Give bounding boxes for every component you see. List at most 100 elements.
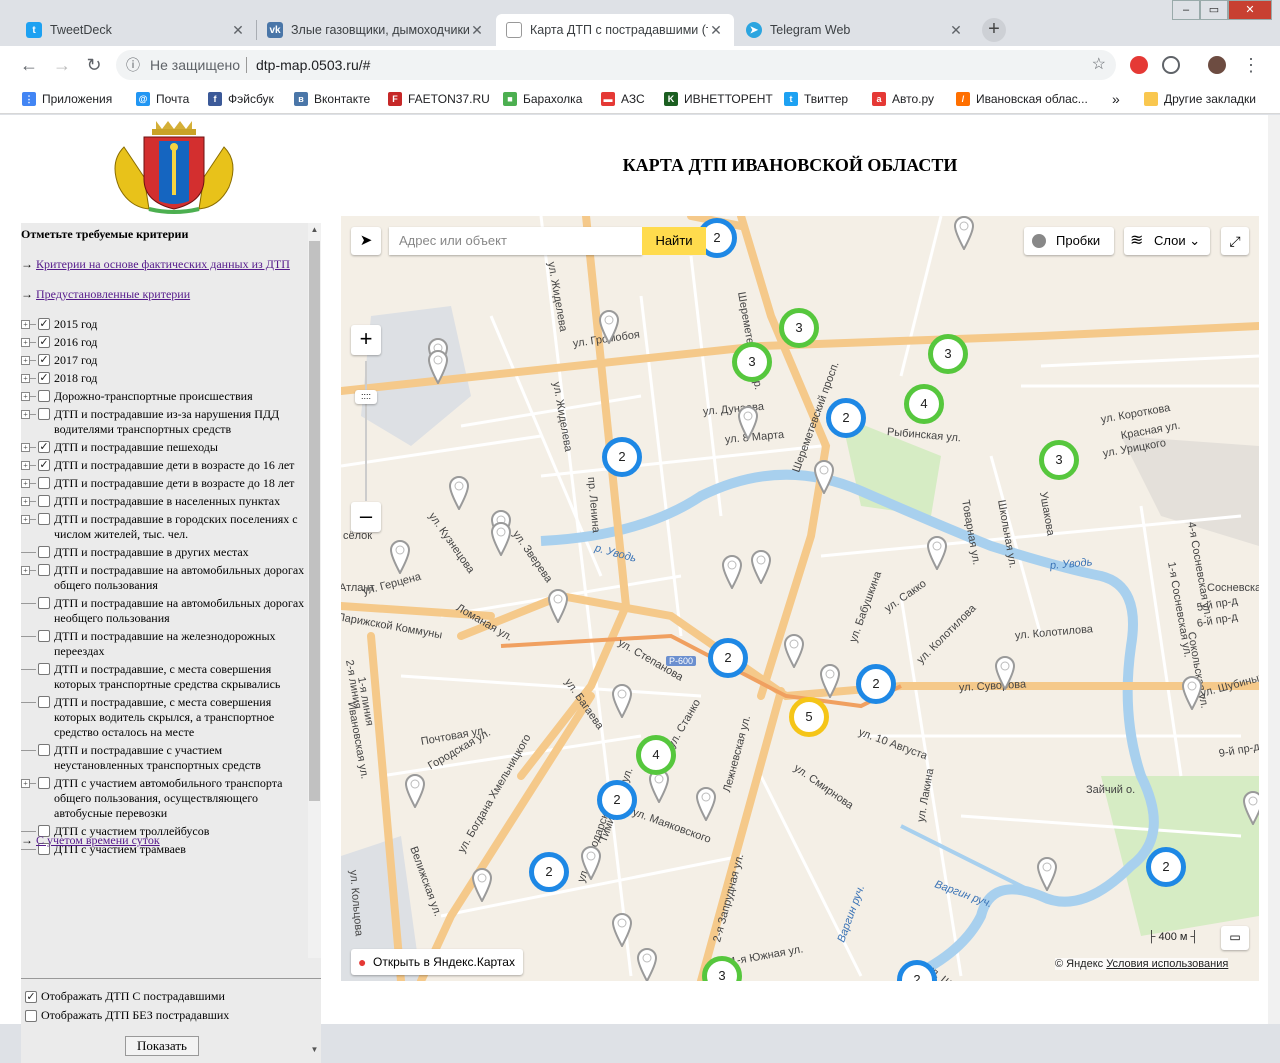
close-tab-icon[interactable]: ✕ <box>948 22 964 39</box>
criteria-item[interactable]: + ДТП и пострадавшие в населенных пунктах <box>21 494 306 509</box>
accident-cluster[interactable]: 5 <box>789 697 829 737</box>
sidebar-scrollbar[interactable]: ▲ <box>308 223 321 958</box>
accident-pin-icon[interactable] <box>404 773 426 810</box>
accident-pin-icon[interactable] <box>448 475 470 512</box>
show-button[interactable]: Показать <box>125 1036 199 1056</box>
zoom-slider-handle[interactable]: :::: <box>355 390 377 404</box>
bookmark-ivnettorrent[interactable]: K ИВНЕТТОРЕНТ <box>664 84 773 114</box>
accident-pin-icon[interactable] <box>750 549 772 586</box>
show-without-injured-checkbox[interactable] <box>25 1010 37 1022</box>
bookmark-ivanovo-region[interactable]: / Ивановская облас... <box>956 84 1088 114</box>
bookmark-faeton[interactable]: F FAETON37.RU <box>388 84 490 114</box>
zoom-out-button[interactable]: – <box>351 502 381 532</box>
accident-cluster[interactable]: 2 <box>597 780 637 820</box>
criteria-item[interactable]: + ✓ 2017 год <box>21 353 306 368</box>
criteria-checkbox[interactable] <box>38 597 50 609</box>
criteria-item[interactable]: ДТП и пострадавшие в других местах <box>21 545 306 560</box>
accident-pin-icon[interactable] <box>427 349 449 386</box>
close-tab-icon[interactable]: ✕ <box>469 22 485 39</box>
opera-extension-icon[interactable] <box>1130 56 1148 74</box>
accident-pin-icon[interactable] <box>1242 790 1259 827</box>
maximize-button[interactable]: ▭ <box>1200 0 1228 20</box>
criteria-checkbox[interactable] <box>38 564 50 576</box>
criteria-item[interactable]: + ДТП и пострадавшие из-за нарушения ПДД … <box>21 407 306 437</box>
accident-pin-icon[interactable] <box>926 535 948 572</box>
bookmark-apps[interactable]: ⋮ Приложения <box>22 84 112 114</box>
accident-pin-icon[interactable] <box>611 683 633 720</box>
accident-pin-icon[interactable] <box>1181 675 1203 712</box>
open-in-yandex-link[interactable]: ● Открыть в Яндекс.Картах <box>351 949 523 975</box>
criteria-checkbox[interactable] <box>38 390 50 402</box>
bookmark-vk[interactable]: в Вконтакте <box>294 84 370 114</box>
criteria-checkbox[interactable] <box>38 777 50 789</box>
accident-pin-icon[interactable] <box>598 309 620 346</box>
criteria-checkbox[interactable]: ✓ <box>38 318 50 330</box>
traffic-button[interactable]: Пробки <box>1024 227 1114 255</box>
expand-icon[interactable]: + <box>21 461 30 470</box>
accident-cluster[interactable]: 3 <box>928 334 968 374</box>
accident-pin-icon[interactable] <box>783 633 805 670</box>
scroll-up-icon[interactable]: ▲ <box>308 225 321 234</box>
expand-icon[interactable]: + <box>21 515 30 524</box>
accident-cluster[interactable]: 2 <box>826 398 866 438</box>
expand-icon[interactable]: + <box>21 497 30 506</box>
menu-icon[interactable]: ⋮ <box>1240 54 1262 76</box>
criteria-item[interactable]: ДТП и пострадавшие на автомобильных доро… <box>21 596 306 626</box>
criteria-item[interactable]: + ДТП и пострадавшие дети в возрасте до 1… <box>21 476 306 491</box>
criteria-checkbox[interactable]: ✓ <box>38 336 50 348</box>
accident-pin-icon[interactable] <box>953 216 975 252</box>
criteria-checkbox[interactable] <box>38 696 50 708</box>
expand-icon[interactable]: + <box>21 320 30 329</box>
avatar[interactable] <box>1208 56 1226 74</box>
criteria-checkbox[interactable] <box>38 495 50 507</box>
accident-cluster[interactable]: 3 <box>732 342 772 382</box>
terms-link[interactable]: Условия использования <box>1106 958 1228 970</box>
expand-icon[interactable]: + <box>21 356 30 365</box>
criteria-item[interactable]: + ✓ ДТП и пострадавшие пешеходы <box>21 440 306 455</box>
url-text[interactable]: dtp-map.0503.ru/# <box>256 50 370 80</box>
bookmark-twitter[interactable]: t Твиттер <box>784 84 848 114</box>
accident-pin-icon[interactable] <box>490 521 512 558</box>
accident-cluster[interactable]: 2 <box>1146 847 1186 887</box>
fullscreen-button[interactable]: ⤢ <box>1221 227 1249 255</box>
accident-cluster[interactable]: 2 <box>708 638 748 678</box>
accident-cluster[interactable]: 3 <box>779 308 819 348</box>
expand-icon[interactable]: + <box>21 479 30 488</box>
bookmark-baraholka[interactable]: ■ Барахолка <box>503 84 582 114</box>
accident-pin-icon[interactable] <box>1036 856 1058 893</box>
criteria-checkbox[interactable] <box>38 477 50 489</box>
bookmarks-overflow-button[interactable]: » <box>1112 84 1120 114</box>
criteria-item[interactable]: + ✓ 2018 год <box>21 371 306 386</box>
criteria-checkbox[interactable]: ✓ <box>38 441 50 453</box>
ruler-button[interactable]: ▭ <box>1221 926 1249 950</box>
criteria-checkbox[interactable] <box>38 744 50 756</box>
reload-icon[interactable]: ↻ <box>83 54 105 76</box>
accident-cluster[interactable]: 4 <box>636 735 676 775</box>
page-scrollbar[interactable] <box>1268 115 1280 1024</box>
criteria-checkbox[interactable] <box>38 546 50 558</box>
expand-icon[interactable]: + <box>21 410 30 419</box>
scroll-down-icon[interactable]: ▼ <box>308 1045 321 1054</box>
accident-pin-icon[interactable] <box>813 459 835 496</box>
accident-cluster[interactable]: 4 <box>904 384 944 424</box>
accident-pin-icon[interactable] <box>389 539 411 576</box>
expand-icon[interactable]: + <box>21 392 30 401</box>
extension-icon[interactable] <box>1162 56 1180 74</box>
tab-tweetdeck[interactable]: t TweetDeck ✕ <box>16 14 256 46</box>
criteria-item[interactable]: + ✓ 2015 год <box>21 317 306 332</box>
criteria-item[interactable]: + ДТП и пострадавшие в городских поселени… <box>21 512 306 542</box>
accident-pin-icon[interactable] <box>737 405 759 442</box>
expand-icon[interactable]: + <box>21 443 30 452</box>
expand-icon[interactable]: + <box>21 779 30 788</box>
geolocation-button[interactable]: ➤ <box>351 227 381 255</box>
bookmark-azs[interactable]: ▬ АЗС <box>601 84 645 114</box>
criteria-checkbox[interactable] <box>38 663 50 675</box>
minimize-button[interactable]: – <box>1172 0 1200 20</box>
accident-cluster[interactable]: 2 <box>529 852 569 892</box>
zoom-in-button[interactable]: + <box>351 325 381 355</box>
accident-pin-icon[interactable] <box>695 786 717 823</box>
address-bar[interactable]: ⓘ Не защищено dtp-map.0503.ru/# ☆ <box>116 50 1116 80</box>
close-tab-icon[interactable]: ✕ <box>708 22 724 39</box>
expand-icon[interactable]: + <box>21 338 30 347</box>
expand-icon[interactable]: + <box>21 566 30 575</box>
